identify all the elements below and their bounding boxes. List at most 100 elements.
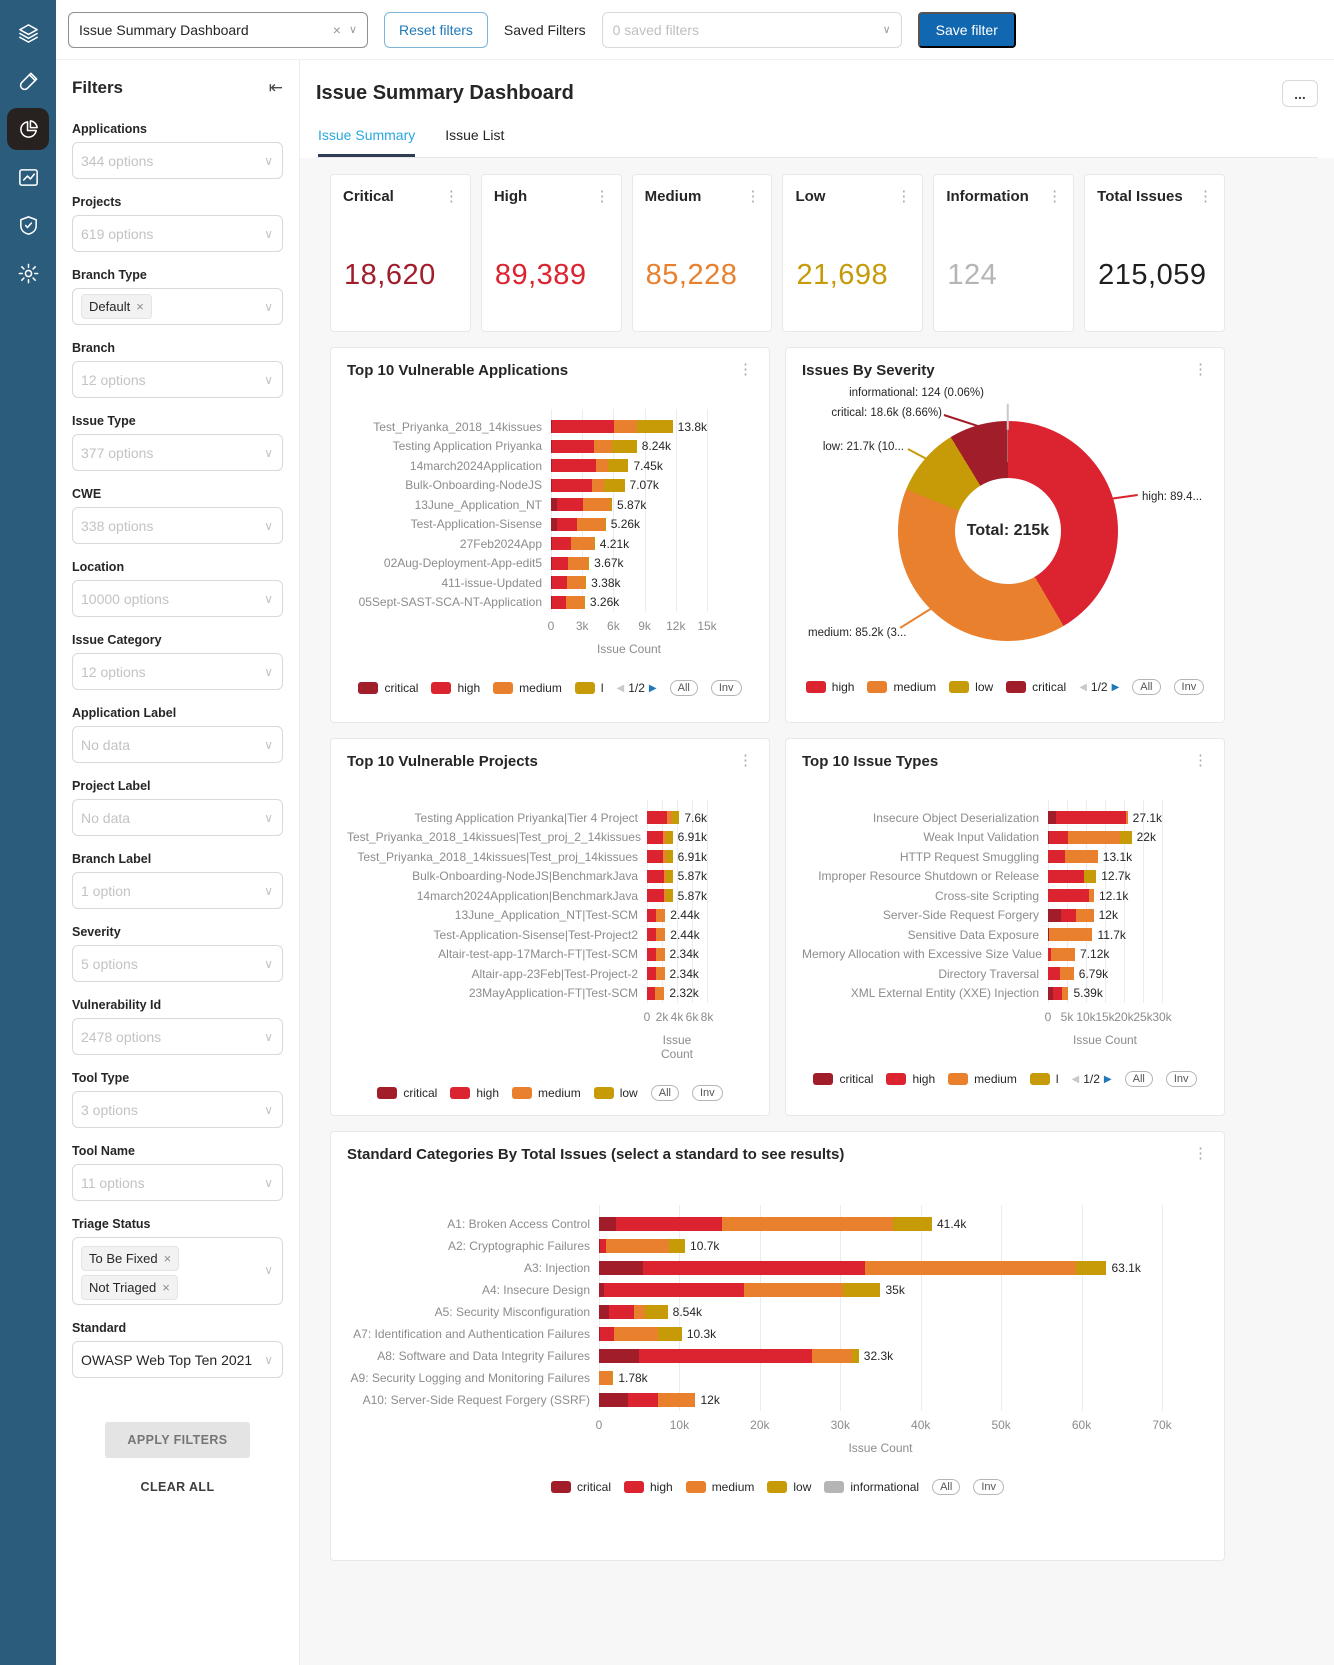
stacked-bar[interactable] — [551, 440, 637, 453]
clear-all-button[interactable]: CLEAR ALL — [72, 1480, 283, 1494]
legend-item-critical[interactable]: critical — [1006, 680, 1066, 694]
filter-select-tool-name[interactable]: 11 options∨ — [72, 1164, 283, 1201]
kebab-menu-icon[interactable]: ⋮ — [745, 189, 760, 204]
stacked-bar[interactable] — [599, 1239, 685, 1253]
legend-pill-inv[interactable]: Inv — [692, 1085, 723, 1101]
stacked-bar[interactable] — [1048, 850, 1098, 863]
legend-item-low[interactable]: low — [949, 680, 993, 694]
stacked-bar[interactable] — [551, 518, 606, 531]
legend-next-icon[interactable]: ▶ — [1104, 1074, 1112, 1085]
stacked-bar[interactable] — [1048, 909, 1094, 922]
dashboard-select[interactable]: Issue Summary Dashboard × ∨ — [68, 12, 368, 48]
stacked-bar[interactable] — [1048, 889, 1094, 902]
legend-item-informational[interactable]: informational — [824, 1480, 919, 1494]
stacked-bar[interactable] — [551, 557, 589, 570]
filter-select-branch[interactable]: 12 options∨ — [72, 361, 283, 398]
stacked-bar[interactable] — [551, 596, 585, 609]
legend-item-high[interactable]: high — [624, 1480, 673, 1494]
filter-select-tool-type[interactable]: 3 options∨ — [72, 1091, 283, 1128]
stacked-bar[interactable] — [551, 479, 625, 492]
legend-item-high[interactable]: high — [886, 1072, 935, 1086]
legend-pill-inv[interactable]: Inv — [711, 680, 742, 696]
pie-chart-icon[interactable] — [7, 108, 49, 150]
clear-icon[interactable]: × — [333, 22, 341, 38]
legend-item-low[interactable]: l — [575, 681, 604, 695]
filter-select-application-label[interactable]: No data∨ — [72, 726, 283, 763]
legend-pill-inv[interactable]: Inv — [973, 1479, 1004, 1495]
summary-card-low[interactable]: Low⋮21,698 — [782, 174, 923, 332]
legend-item-medium[interactable]: medium — [948, 1072, 1017, 1086]
filter-chip-to-be-fixed[interactable]: To Be Fixed× — [81, 1246, 179, 1271]
legend-item-low[interactable]: low — [767, 1480, 811, 1494]
kebab-menu-icon[interactable]: ⋮ — [595, 189, 610, 204]
kebab-menu-icon[interactable]: ⋮ — [1193, 1146, 1208, 1161]
shield-check-icon[interactable] — [7, 204, 49, 246]
stacked-bar[interactable] — [599, 1305, 668, 1319]
legend-pill-all[interactable]: All — [670, 680, 698, 696]
line-chart-icon[interactable] — [7, 156, 49, 198]
stacked-bar[interactable] — [599, 1327, 682, 1341]
kebab-menu-icon[interactable]: ⋮ — [1198, 189, 1213, 204]
legend-next-icon[interactable]: ▶ — [1112, 682, 1120, 693]
stacked-bar[interactable] — [1048, 987, 1068, 1000]
filter-select-issue-category[interactable]: 12 options∨ — [72, 653, 283, 690]
legend-pill-all[interactable]: All — [1132, 679, 1160, 695]
filter-chip-default[interactable]: Default× — [81, 294, 152, 319]
filter-select-location[interactable]: 10000 options∨ — [72, 580, 283, 617]
legend-item-high[interactable]: high — [431, 681, 480, 695]
filter-select-project-label[interactable]: No data∨ — [72, 799, 283, 836]
stacked-bar[interactable] — [647, 948, 665, 961]
kebab-menu-icon[interactable]: ⋮ — [444, 189, 459, 204]
chip-remove-icon[interactable]: × — [136, 299, 144, 314]
filter-select-cwe[interactable]: 338 options∨ — [72, 507, 283, 544]
legend-item-low[interactable]: l — [1030, 1072, 1059, 1086]
filter-select-branch-label[interactable]: 1 option∨ — [72, 872, 283, 909]
kebab-menu-icon[interactable]: ⋮ — [738, 362, 753, 377]
chip-remove-icon[interactable]: × — [164, 1251, 172, 1266]
legend-item-medium[interactable]: medium — [867, 680, 936, 694]
stacked-bar[interactable] — [599, 1283, 881, 1297]
stacked-bar[interactable] — [647, 967, 665, 980]
legend-pill-all[interactable]: All — [932, 1479, 960, 1495]
stacked-bar[interactable] — [647, 909, 665, 922]
tab-issue-summary[interactable]: Issue Summary — [318, 127, 415, 157]
summary-card-information[interactable]: Information⋮124 — [933, 174, 1074, 332]
chip-remove-icon[interactable]: × — [162, 1280, 170, 1295]
stacked-bar[interactable] — [551, 498, 612, 511]
legend-item-critical[interactable]: critical — [358, 681, 418, 695]
filter-select-triage-status[interactable]: To Be Fixed×Not Triaged×∨ — [72, 1237, 283, 1305]
stacked-bar[interactable] — [647, 850, 673, 863]
layers-icon[interactable] — [7, 12, 49, 54]
filter-select-issue-type[interactable]: 377 options∨ — [72, 434, 283, 471]
stacked-bar[interactable] — [647, 870, 673, 883]
legend-prev-icon[interactable]: ◀ — [617, 683, 625, 694]
stacked-bar[interactable] — [1048, 967, 1074, 980]
apply-filters-button[interactable]: APPLY FILTERS — [105, 1422, 249, 1458]
stacked-bar[interactable] — [551, 420, 673, 433]
kebab-menu-icon[interactable]: ⋮ — [738, 753, 753, 768]
stacked-bar[interactable] — [551, 537, 595, 550]
legend-item-critical[interactable]: critical — [813, 1072, 873, 1086]
legend-item-high[interactable]: high — [450, 1086, 499, 1100]
stacked-bar[interactable] — [1048, 831, 1132, 844]
stacked-bar[interactable] — [599, 1371, 613, 1385]
legend-pill-inv[interactable]: Inv — [1174, 679, 1205, 695]
summary-card-critical[interactable]: Critical⋮18,620 — [330, 174, 471, 332]
summary-card-total-issues[interactable]: Total Issues⋮215,059 — [1084, 174, 1225, 332]
legend-pill-inv[interactable]: Inv — [1166, 1071, 1197, 1087]
kebab-menu-icon[interactable]: ⋮ — [896, 189, 911, 204]
saved-filters-select[interactable]: 0 saved filters ∨ — [602, 12, 902, 48]
test-tube-icon[interactable] — [7, 60, 49, 102]
stacked-bar[interactable] — [599, 1261, 1107, 1275]
stacked-bar[interactable] — [1048, 948, 1075, 961]
filter-select-severity[interactable]: 5 options∨ — [72, 945, 283, 982]
stacked-bar[interactable] — [647, 811, 679, 824]
stacked-bar[interactable] — [647, 928, 665, 941]
stacked-bar[interactable] — [1048, 870, 1096, 883]
stacked-bar[interactable] — [599, 1393, 696, 1407]
legend-item-critical[interactable]: critical — [377, 1086, 437, 1100]
filter-select-applications[interactable]: 344 options∨ — [72, 142, 283, 179]
reset-filters-button[interactable]: Reset filters — [384, 12, 488, 48]
legend-item-critical[interactable]: critical — [551, 1480, 611, 1494]
filter-select-standard[interactable]: OWASP Web Top Ten 2021∨ — [72, 1341, 283, 1378]
